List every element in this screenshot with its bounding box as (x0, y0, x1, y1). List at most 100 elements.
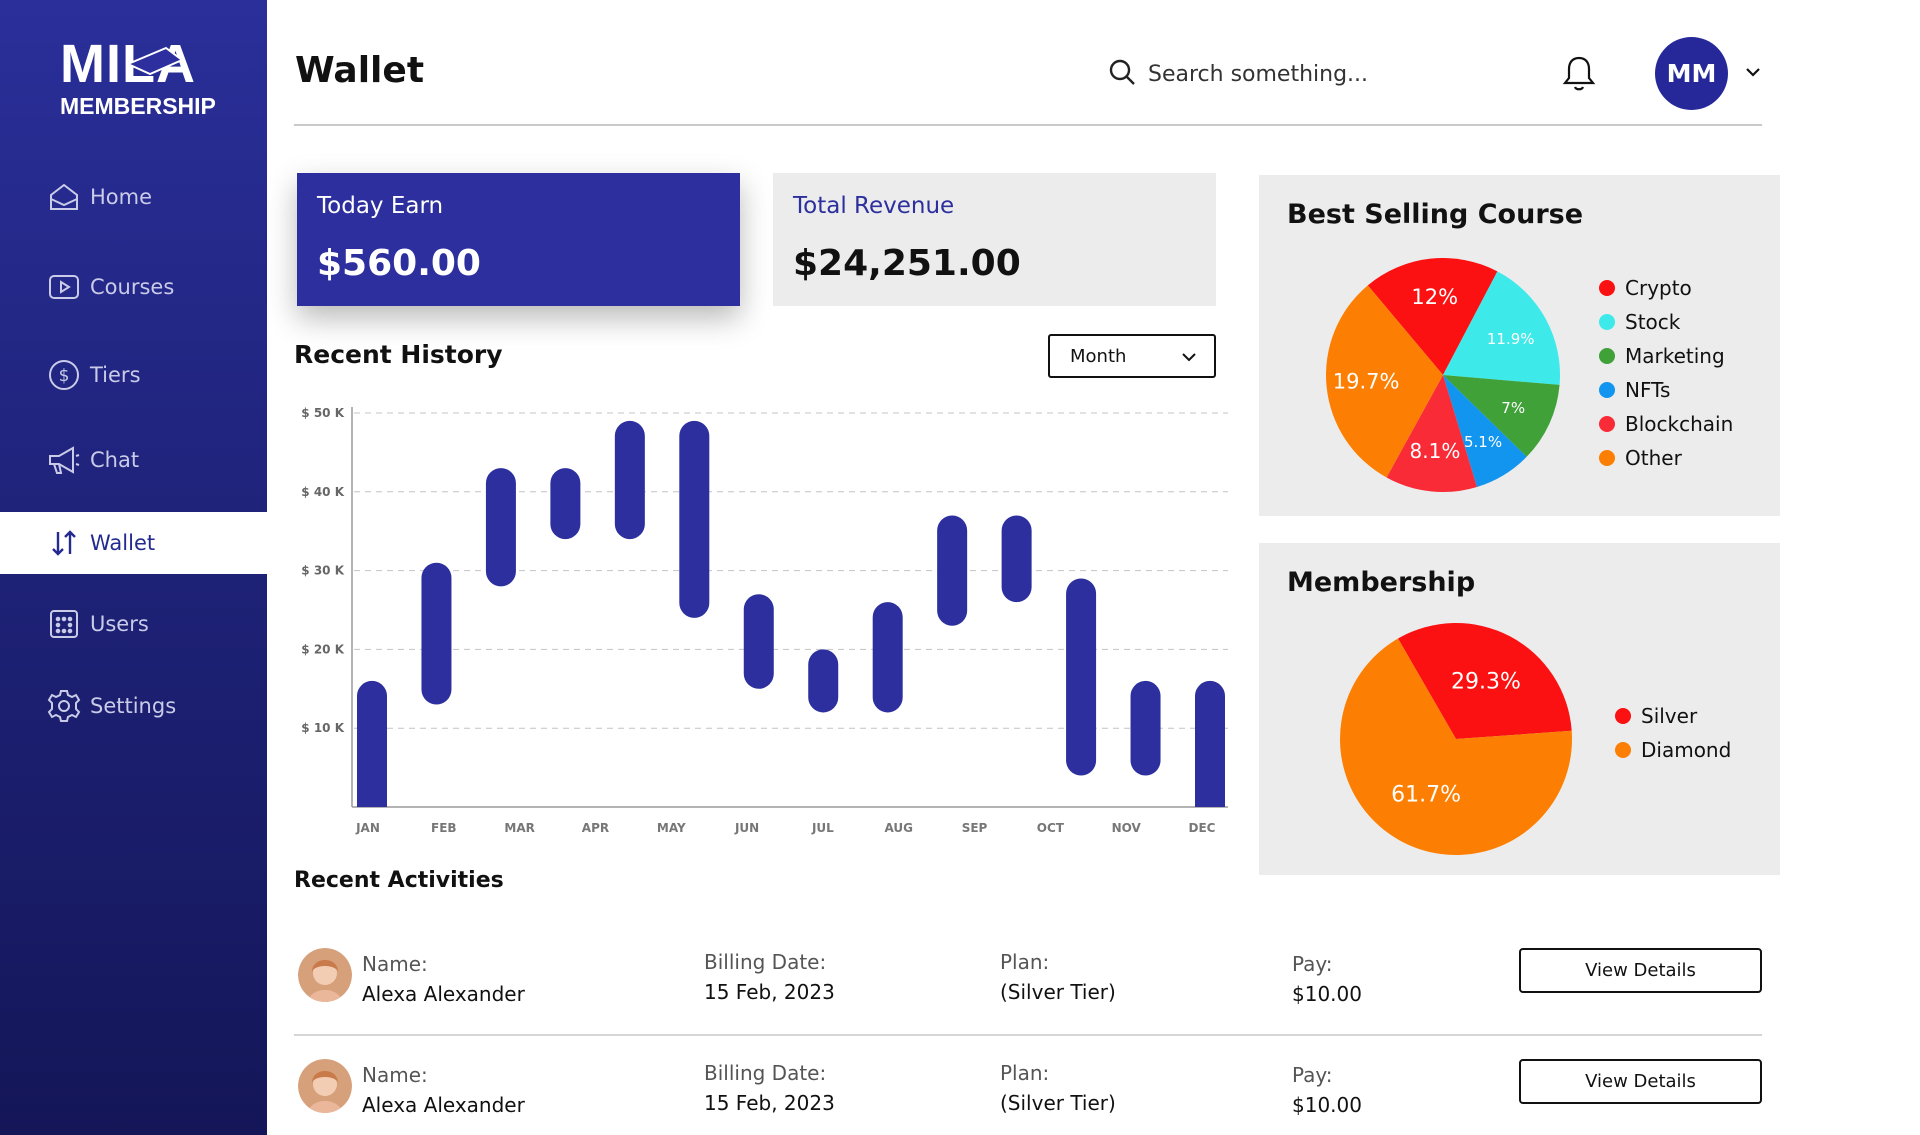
billing-value: 15 Feb, 2023 (704, 980, 835, 1004)
legend-label: Crypto (1625, 276, 1692, 300)
pay-label: Pay: (1292, 1063, 1333, 1087)
legend-item: Other (1599, 441, 1733, 475)
x-tick-label: NOV (1112, 821, 1142, 835)
chart-bar (357, 680, 387, 807)
legend-swatch (1599, 348, 1615, 364)
pie-slice-label: 7% (1501, 399, 1525, 417)
chart-bar (937, 515, 968, 626)
name-value: Alexa Alexander (362, 982, 525, 1006)
search-input[interactable] (1148, 61, 1398, 87)
membership-pie: 29.3% 61.7% (1340, 623, 1572, 855)
legend-label: NFTs (1625, 378, 1671, 402)
legend-item: NFTs (1599, 373, 1733, 407)
sidebar-item-wallet[interactable]: Wallet (0, 512, 267, 574)
sidebar-item-chat[interactable]: Chat (0, 429, 267, 491)
sort-arrows-icon (47, 526, 81, 560)
dollar-circle-icon: $ (47, 358, 81, 392)
chart-bar (1195, 680, 1225, 807)
sidebar-item-label: Tiers (90, 363, 141, 387)
view-details-button[interactable]: View Details (1519, 948, 1762, 993)
gear-icon (47, 689, 81, 723)
x-tick-label: APR (582, 821, 609, 835)
legend-swatch (1599, 416, 1615, 432)
user-avatar[interactable]: MM (1655, 37, 1728, 110)
best-selling-course-pie: 12% 11.9% 7% 5.1%8.1% 19.7% (1326, 258, 1560, 492)
chart-bar (679, 420, 710, 618)
view-details-button[interactable]: View Details (1519, 1059, 1762, 1104)
pie-slice-label: 19.7% (1333, 370, 1400, 394)
legend-label: Blockchain (1625, 412, 1734, 436)
sidebar-item-label: Chat (90, 448, 140, 472)
svg-text:MEMBERSHIP: MEMBERSHIP (60, 93, 216, 119)
chart-bar (743, 594, 774, 689)
legend-item: Stock (1599, 305, 1733, 339)
play-icon (47, 270, 81, 304)
x-tick-label: MAR (504, 821, 534, 835)
chart-bar (1130, 680, 1161, 776)
legend-item: Marketing (1599, 339, 1733, 373)
pie-slice-label: 11.9% (1487, 330, 1535, 348)
legend-swatch (1615, 708, 1631, 724)
best-selling-course-title: Best Selling Course (1287, 199, 1584, 230)
legend-label: Silver (1641, 704, 1698, 728)
chart-bar (614, 420, 645, 540)
pie-slice-label: 29.3% (1451, 670, 1521, 695)
home-icon (47, 180, 81, 214)
membership-title: Membership (1287, 567, 1476, 598)
legend-swatch (1599, 314, 1615, 330)
chart-bar (872, 602, 903, 713)
sidebar-item-label: Courses (90, 275, 175, 299)
bell-icon[interactable] (1562, 54, 1596, 92)
recent-history-chart: $ 10 K $ 20 K $ 30 K $ 40 K $ 50 K JAN FEB MAR A… (301, 406, 1228, 835)
legend-swatch (1615, 742, 1631, 758)
name-label: Name: (362, 952, 428, 976)
chevron-down-icon[interactable] (1743, 62, 1763, 82)
legend-label: Diamond (1641, 738, 1732, 762)
page-title: Wallet (295, 50, 425, 91)
sidebar-item-label: Settings (90, 694, 177, 718)
x-tick-label: DEC (1189, 821, 1216, 835)
total-revenue-value: $24,251.00 (793, 243, 1021, 284)
y-tick-label: $ 50 K (301, 406, 344, 420)
name-label: Name: (362, 1063, 428, 1087)
legend-item: Blockchain (1599, 407, 1733, 441)
pay-value: $10.00 (1292, 1093, 1362, 1117)
search-bar[interactable] (1108, 52, 1408, 96)
header-divider (294, 124, 1762, 126)
legend-item: Silver (1615, 699, 1731, 733)
best-selling-course-panel: Best Selling Course 12% 11.9% 7% 5.1% 8.1% 19… (1259, 175, 1780, 516)
legend-item: Diamond (1615, 733, 1731, 767)
chevron-down-icon (1180, 348, 1198, 371)
sidebar-item-home[interactable]: Home (0, 166, 267, 228)
plan-value: (Silver Tier) (1000, 1091, 1116, 1115)
users-box-icon (47, 607, 81, 641)
plan-label: Plan: (1000, 950, 1050, 974)
billing-label: Billing Date: (704, 1061, 827, 1085)
chart-bar (421, 562, 452, 705)
activity-row: Name: Alexa Alexander Billing Date: 15 F… (294, 926, 1762, 1036)
legend-swatch (1599, 382, 1615, 398)
pie-slice-label: 61.7% (1391, 782, 1461, 807)
membership-panel: Membership 29.3% 61.7% Silver Diamond (1259, 543, 1780, 875)
sidebar-item-settings[interactable]: Settings (0, 675, 267, 737)
y-tick-label: $ 10 K (301, 721, 344, 735)
chart-bar (550, 468, 581, 540)
sidebar-item-users[interactable]: Users (0, 593, 267, 655)
sidebar-item-label: Wallet (90, 531, 156, 555)
x-tick-label: JAN (355, 821, 380, 835)
avatar (298, 1059, 352, 1113)
sidebar-item-label: Users (90, 612, 149, 636)
sidebar-item-tiers[interactable]: $ Tiers (0, 344, 267, 406)
pay-value: $10.00 (1292, 982, 1362, 1006)
period-select[interactable]: Month (1048, 334, 1216, 378)
chart-bar (485, 468, 516, 587)
x-tick-label: MAY (657, 821, 686, 835)
sidebar-item-courses[interactable]: Courses (0, 256, 267, 318)
sidebar-item-label: Home (90, 185, 153, 209)
membership-legend: Silver Diamond (1615, 699, 1731, 767)
period-select-value: Month (1070, 345, 1127, 367)
x-tick-label: FEB (431, 821, 457, 835)
legend-label: Other (1625, 446, 1682, 470)
x-tick-label: JUL (811, 821, 834, 835)
total-revenue-card: Total Revenue $24,251.00 (773, 173, 1216, 306)
